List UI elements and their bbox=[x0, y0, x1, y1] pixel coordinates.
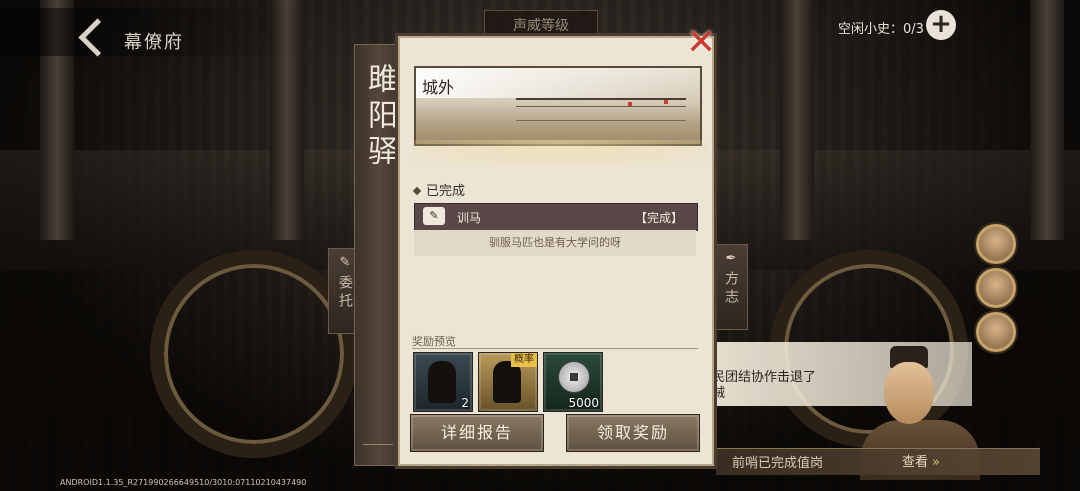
scroll-task-icon: ✎ bbox=[423, 207, 445, 225]
scroll-icon: ✎ bbox=[339, 255, 351, 270]
official-portrait bbox=[860, 336, 980, 480]
close-icon[interactable]: ✕ bbox=[686, 25, 716, 61]
completed-section-header: 已完成 bbox=[412, 180, 466, 199]
completed-section-label: 已完成 bbox=[426, 184, 466, 199]
flag-icon bbox=[628, 102, 632, 106]
task-status: 【完成】 bbox=[634, 211, 683, 225]
chronicle-tab-label: 方志 bbox=[723, 271, 739, 307]
reward-preview-label: 奖励预览 bbox=[412, 335, 456, 348]
screen-title: 幕僚府 bbox=[124, 32, 184, 53]
character-silhouette-icon bbox=[493, 361, 521, 403]
location-banner: 雎阳驿 bbox=[354, 44, 404, 466]
pillar bbox=[780, 0, 814, 240]
banner-ornament bbox=[363, 444, 393, 459]
dragon-statue-left bbox=[150, 250, 358, 458]
outpost-status-text: 前哨已完成值岗 bbox=[732, 456, 824, 471]
scene-title-bar bbox=[416, 68, 700, 98]
reward-quantity: 2 bbox=[461, 396, 469, 410]
divider bbox=[412, 348, 698, 349]
reward-card[interactable]: 2 bbox=[413, 352, 473, 412]
plus-icon[interactable]: + bbox=[926, 10, 956, 40]
flag-icon bbox=[664, 100, 668, 104]
build-id: ANDROID1.1.35_R271990266649510/3010:0711… bbox=[60, 478, 307, 487]
diamond-bullet-icon bbox=[412, 186, 422, 196]
view-button-label: 查看 bbox=[902, 455, 929, 470]
advisor-avatar[interactable] bbox=[976, 312, 1016, 352]
pillar bbox=[1030, 0, 1064, 240]
task-name: 训马 bbox=[457, 211, 482, 225]
camp-illustration bbox=[516, 98, 686, 121]
reward-card[interactable]: 概率 bbox=[478, 352, 538, 412]
quill-icon: ✒ bbox=[725, 251, 737, 266]
idle-clerks-count: 空闲小史：0/3 bbox=[838, 22, 924, 37]
detailed-report-button[interactable]: 详细报告 bbox=[410, 414, 544, 452]
back-button[interactable]: 幕僚府 bbox=[0, 8, 300, 57]
advisor-avatar[interactable] bbox=[976, 268, 1016, 308]
chevron-left-icon bbox=[78, 18, 117, 57]
commission-tab-label: 委托 bbox=[337, 275, 353, 311]
reward-quantity: 5000 bbox=[568, 396, 599, 410]
chevron-right-icon: » bbox=[932, 455, 940, 470]
location-name: 雎阳驿 bbox=[362, 63, 397, 171]
claim-reward-button[interactable]: 领取奖励 bbox=[566, 414, 700, 452]
location-scene-image: 城外 bbox=[414, 66, 702, 146]
advisor-avatar[interactable] bbox=[976, 224, 1016, 264]
task-description: 驯服马匹也是有大学问的呀 bbox=[414, 230, 696, 256]
probability-tag: 概率 bbox=[511, 353, 537, 367]
chronicle-tab[interactable]: ✒ 方志 bbox=[714, 244, 748, 330]
scene-glow bbox=[412, 140, 708, 166]
character-silhouette-icon bbox=[428, 361, 456, 403]
reward-card[interactable]: 5000 bbox=[543, 352, 603, 412]
view-button[interactable]: 查看» bbox=[902, 451, 940, 470]
task-row: ✎ 训马 【完成】 bbox=[414, 203, 698, 231]
scene-title: 城外 bbox=[422, 78, 455, 97]
copper-coin-icon bbox=[558, 361, 590, 393]
